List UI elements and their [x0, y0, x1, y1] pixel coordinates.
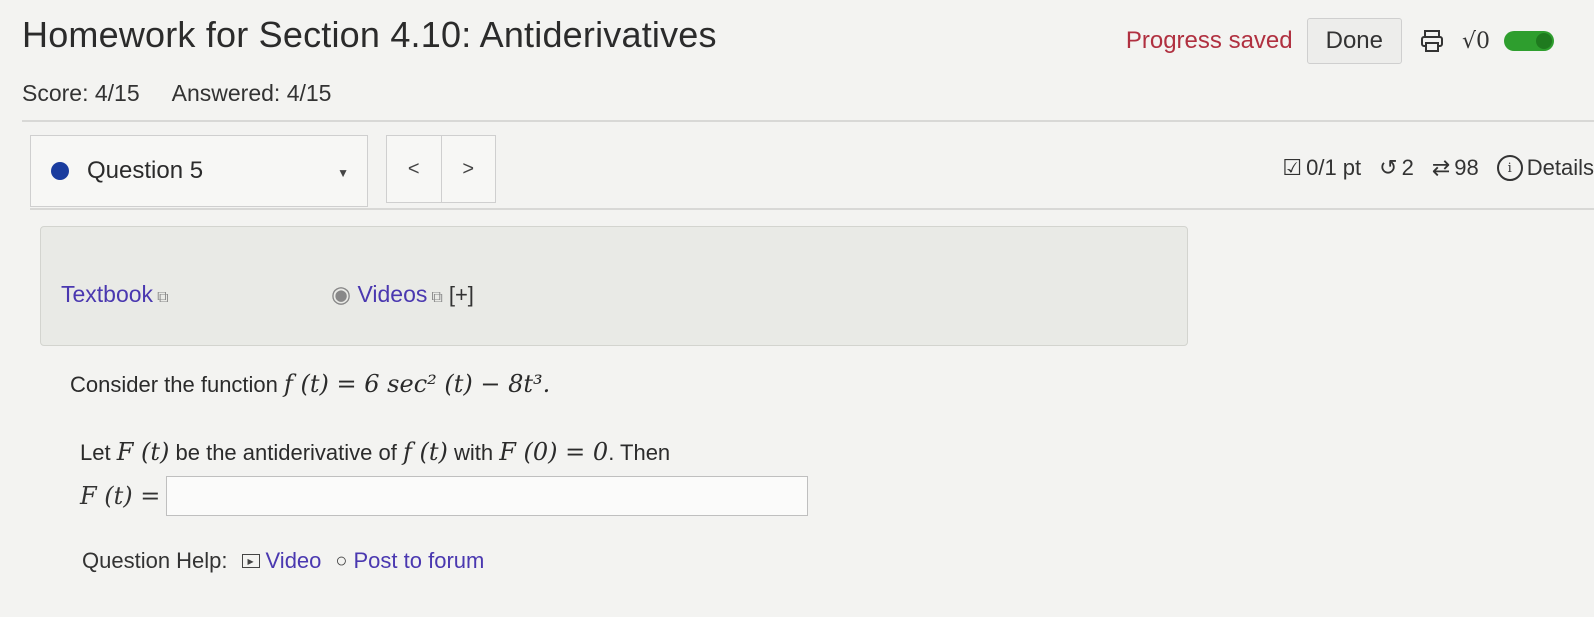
question-help: Question Help: ▶ Video ○ Post to forum [82, 548, 484, 574]
header-actions: Progress saved Done √0 [1126, 18, 1554, 64]
question-statement: Let F (t) be the antiderivative of f (t)… [80, 438, 671, 466]
help-label: Question Help: [82, 548, 228, 573]
resources-panel: Textbook ⧉ ◉ Videos ⧉ [+] [40, 226, 1188, 346]
post-to-forum-link[interactable]: ○ Post to forum [335, 548, 484, 574]
retry-icon: ↺ [1379, 155, 1398, 180]
question-nav-group: < > [386, 135, 496, 203]
expand-toggle[interactable]: [+] [449, 282, 474, 307]
videos-link[interactable]: ◉ Videos ⧉ [+] [331, 281, 474, 308]
page-title: Homework for Section 4.10: Antiderivativ… [22, 14, 717, 55]
answer-label: F (t) = [80, 482, 161, 510]
external-link-icon: ⧉ [157, 289, 169, 306]
answer-row: F (t) = [80, 476, 809, 516]
question-select[interactable]: Question 5 ▼ [30, 135, 368, 207]
question-select-label: Question 5 [87, 157, 204, 184]
answered-text: Answered: 4/15 [171, 80, 332, 106]
question-bar: Question 5 ▼ < > ☑ 0/1 pt ↺ 2 ⇄ 98 i Det… [30, 135, 1594, 207]
details-link[interactable]: i Details [1496, 155, 1594, 181]
score-text: Score: 4/15 [22, 80, 140, 106]
prev-question-button[interactable]: < [387, 136, 441, 202]
divider [22, 120, 1594, 122]
chevron-down-icon: ▼ [337, 166, 349, 180]
info-icon: i [1496, 155, 1523, 181]
video-bullet-icon: ◉ [331, 281, 352, 307]
divider [30, 208, 1594, 210]
question-intro: Consider the function f (t) = 6 sec² (t)… [70, 370, 551, 398]
progress-status: Progress saved [1125, 27, 1293, 54]
external-link-icon: ⧉ [431, 289, 443, 306]
math-toggle[interactable] [1504, 31, 1554, 51]
score-line: Score: 4/15 Answered: 4/15 [22, 80, 331, 107]
speech-bubble-icon: ○ [335, 549, 348, 572]
attempts-icon: ⇄ [1431, 155, 1451, 180]
attempts-info: ⇄ 98 [1431, 155, 1479, 180]
points-info: ☑ 0/1 pt [1282, 155, 1362, 180]
print-icon[interactable] [1416, 25, 1448, 57]
question-meta: ☑ 0/1 pt ↺ 2 ⇄ 98 i Details [1282, 155, 1594, 181]
help-video-link[interactable]: ▶ Video [241, 548, 321, 574]
status-dot-icon [51, 162, 69, 180]
textbook-link[interactable]: Textbook ⧉ [61, 281, 169, 308]
video-icon: ▶ [241, 554, 260, 568]
answer-input[interactable] [166, 476, 809, 516]
math-entry-icon[interactable]: √0 [1462, 29, 1490, 54]
next-question-button[interactable]: > [440, 136, 496, 202]
checkbox-icon: ☑ [1282, 155, 1303, 180]
retries-info: ↺ 2 [1379, 155, 1414, 180]
done-button[interactable]: Done [1306, 18, 1402, 64]
function-expression: f (t) = 6 sec² (t) − 8t³. [284, 370, 551, 398]
